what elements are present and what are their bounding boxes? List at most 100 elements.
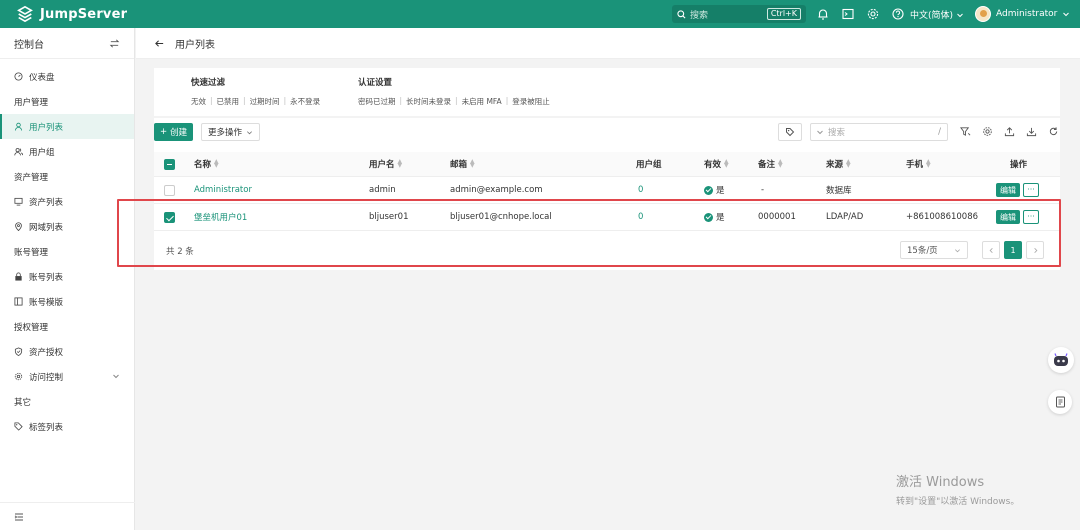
search-icon xyxy=(677,9,686,18)
column-label: 手机 xyxy=(906,160,924,170)
column-label: 用户名 xyxy=(369,160,395,170)
jumpserver-logo-icon xyxy=(17,5,33,23)
column-label: 邮箱 xyxy=(450,160,468,170)
sidebar-item[interactable]: 资产授权 xyxy=(0,339,134,364)
bell-icon[interactable] xyxy=(816,7,830,21)
sidebar-group-label: 账号管理 xyxy=(14,247,49,258)
sidebar-group-label: 授权管理 xyxy=(14,322,49,333)
tag-filter-button[interactable] xyxy=(778,123,802,141)
row-checkbox[interactable] xyxy=(164,184,175,196)
column-header-phone[interactable]: 手机 ▲ ▼ xyxy=(906,152,932,176)
filter-columns-icon[interactable] xyxy=(960,126,971,137)
search-shortcut: / xyxy=(938,127,941,137)
filter-link[interactable]: 登录被阻止 xyxy=(512,96,550,107)
filter-link[interactable]: 无效 xyxy=(191,96,206,107)
column-label: 操作 xyxy=(1010,160,1028,170)
sidebar-group-label: 资产管理 xyxy=(14,172,49,183)
chevron-down-icon xyxy=(817,130,823,135)
language-label: 中文(简体) xyxy=(910,11,954,21)
table-header: 名称 ▲ ▼ 用户名 ▲ ▼ 邮箱 ▲ ▼ 用户组 有效 ▲ ▼ 备注 ▲ ▼ 来源 ▲ ▼ 手机 ▲ ▼ … xyxy=(154,152,1060,177)
page-header: 用户列表 xyxy=(136,28,1080,59)
more-icon[interactable]: ··· xyxy=(1023,183,1039,197)
gear-icon[interactable] xyxy=(866,7,880,21)
select-all-checkbox[interactable] xyxy=(164,158,175,170)
filter-link[interactable]: 已禁用 xyxy=(217,96,240,107)
sidebar-item-label: 账号模版 xyxy=(29,297,64,308)
more-actions-dropdown[interactable]: 更多操作 xyxy=(201,123,261,141)
collapse-sidebar-button[interactable] xyxy=(0,502,135,530)
activation-subtitle: 转到"设置"以激活 Windows。 xyxy=(896,497,1020,507)
column-header-username[interactable]: 用户名 ▲ ▼ xyxy=(369,152,404,176)
assistant-button[interactable] xyxy=(1048,347,1074,373)
language-select[interactable]: 中文(简体) xyxy=(910,8,964,21)
sidebar-item-label: 资产列表 xyxy=(29,197,64,208)
sidebar-item-label: 标签列表 xyxy=(29,422,64,433)
sidebar-item[interactable]: 资产列表 xyxy=(0,189,134,214)
column-header-email[interactable]: 邮箱 ▲ ▼ xyxy=(450,152,476,176)
column-header-actions: 操作 xyxy=(1010,152,1027,176)
tag-icon xyxy=(786,128,795,137)
sidebar-item[interactable]: 标签列表 xyxy=(0,414,134,439)
sidebar-item[interactable]: 账号列表 xyxy=(0,264,134,289)
column-header-comment[interactable]: 备注 ▲ ▼ xyxy=(758,152,784,176)
sort-icon: ▲ ▼ xyxy=(214,158,219,169)
sidebar-item[interactable]: 用户组 xyxy=(0,139,134,164)
docs-button[interactable] xyxy=(1048,390,1072,414)
switch-view-icon[interactable] xyxy=(109,38,120,49)
sort-icon: ▲ ▼ xyxy=(470,158,475,169)
logo[interactable]: JumpServer xyxy=(16,5,127,23)
auth-filter-group: 认证设置 密码已过期 | 长时间未登录 | 未启用 MFA | 登录被阻止 xyxy=(358,78,550,107)
column-header-source[interactable]: 来源 ▲ ▼ xyxy=(826,152,852,176)
shortcut-hint: Ctrl+K xyxy=(766,8,801,20)
global-search[interactable]: 搜索 Ctrl+K xyxy=(672,5,806,23)
create-button[interactable]: + 创建 xyxy=(154,123,194,141)
check-circle-icon xyxy=(704,185,713,195)
sidebar-title: 控制台 xyxy=(14,39,44,51)
help-icon[interactable] xyxy=(891,7,905,21)
table-toolbar: + 创建 更多操作 搜索 / xyxy=(154,118,1060,148)
column-header-active[interactable]: 有效 ▲ ▼ xyxy=(704,152,730,176)
robot-icon xyxy=(1054,353,1068,366)
sort-icon: ▲ ▼ xyxy=(397,158,403,169)
sort-icon: ▲ ▼ xyxy=(846,158,851,169)
filter-link[interactable]: 未启用 MFA xyxy=(462,96,502,107)
chevron-down-icon xyxy=(1063,12,1070,17)
sidebar-item[interactable]: 用户列表 xyxy=(0,114,134,139)
sidebar-item[interactable]: 访问控制 xyxy=(0,364,134,389)
filter-link[interactable]: 长时间未登录 xyxy=(406,96,451,107)
sidebar-item-label: 网域列表 xyxy=(29,222,64,233)
quick-filter-group: 快速过滤 无效 | 已禁用 | 过期时间 | 永不登录 xyxy=(191,78,321,107)
sidebar-item-label: 资产授权 xyxy=(29,347,64,358)
download-icon[interactable] xyxy=(1026,126,1037,137)
sidebar-item-label: 用户组 xyxy=(29,147,55,158)
avatar xyxy=(975,6,991,22)
edit-button[interactable]: 编辑 xyxy=(996,183,1020,197)
sidebar-item[interactable]: 网域列表 xyxy=(0,214,134,239)
sidebar-item[interactable]: 仪表盘 xyxy=(0,64,134,89)
upload-icon[interactable] xyxy=(1004,126,1015,137)
chevron-down-icon xyxy=(247,130,253,134)
quick-filter-panel: 快速过滤 无效 | 已禁用 | 过期时间 | 永不登录 认证设置 密码已过期 | 长时间… xyxy=(154,68,1060,116)
user-icon xyxy=(14,122,23,131)
user-menu[interactable]: Administrator xyxy=(975,6,1070,22)
filter-link[interactable]: 密码已过期 xyxy=(358,96,396,107)
table-search-input[interactable]: 搜索 / xyxy=(810,123,948,141)
table-search-placeholder: 搜索 xyxy=(828,128,846,138)
top-bar: JumpServer 搜索 Ctrl+K 中文(简体) Administrato… xyxy=(0,0,1080,28)
terminal-icon[interactable] xyxy=(841,7,855,21)
plus-icon: + xyxy=(160,127,168,137)
sidebar-item-label: 访问控制 xyxy=(29,372,64,383)
filter-link[interactable]: 过期时间 xyxy=(250,96,280,107)
column-header-name[interactable]: 名称 ▲ ▼ xyxy=(194,152,220,176)
settings-icon[interactable] xyxy=(982,126,993,137)
activation-title: 激活 Windows xyxy=(896,475,985,490)
column-label: 有效 xyxy=(704,160,722,170)
template-icon xyxy=(14,297,23,306)
global-search-placeholder: 搜索 xyxy=(690,10,709,21)
gear-icon xyxy=(14,372,23,381)
filter-link[interactable]: 永不登录 xyxy=(290,96,320,107)
refresh-icon[interactable] xyxy=(1048,126,1059,137)
back-arrow-icon[interactable] xyxy=(154,38,165,49)
sidebar-item[interactable]: 账号模版 xyxy=(0,289,134,314)
sort-icon: ▲ ▼ xyxy=(724,158,729,169)
